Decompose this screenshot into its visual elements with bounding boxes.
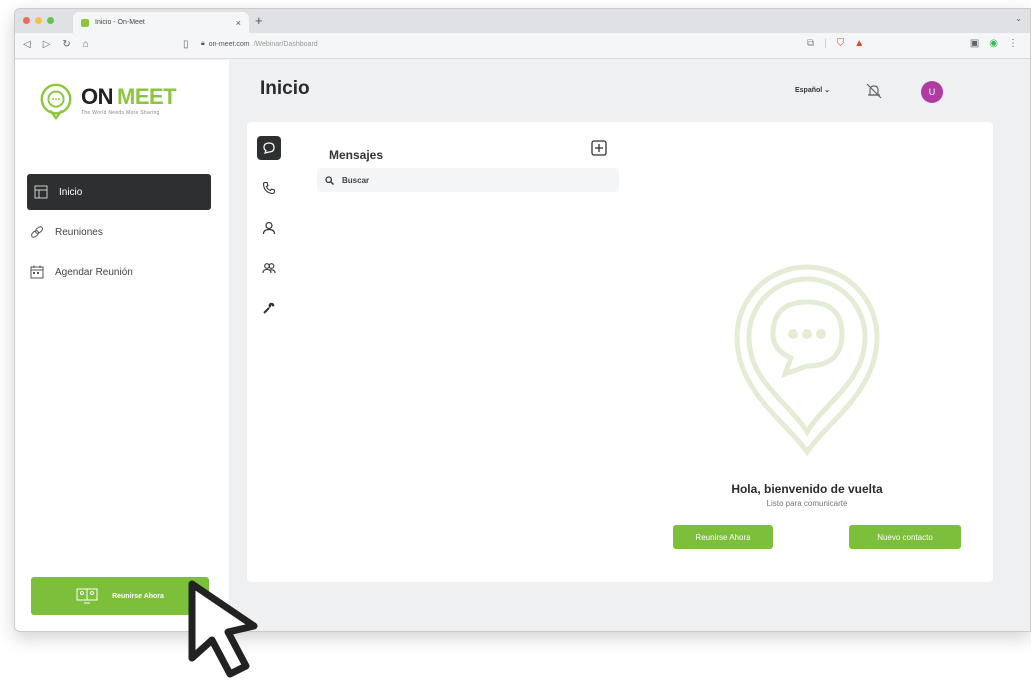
search-input[interactable]	[342, 175, 592, 185]
wrench-icon	[263, 302, 275, 314]
user-icon	[262, 221, 276, 235]
extensions-area: ⧉ | ⛉ ▲	[807, 38, 864, 49]
messages-rail	[257, 136, 283, 336]
meet-now-secondary-button[interactable]: Reunirse Ahora	[673, 525, 773, 549]
meet-now-button[interactable]: Reunirse Ahora	[31, 577, 209, 615]
rail-settings-button[interactable]	[257, 296, 281, 320]
video-conference-icon	[76, 588, 98, 604]
new-contact-button[interactable]: Nuevo contacto	[849, 525, 961, 549]
forward-icon[interactable]: ▷	[43, 39, 51, 50]
maximize-window-button[interactable]	[47, 17, 54, 24]
rail-chat-button[interactable]	[257, 136, 281, 160]
phone-icon	[262, 181, 276, 195]
reload-icon[interactable]: ↻	[62, 39, 70, 50]
chat-icon	[263, 142, 275, 154]
link-icon	[29, 224, 45, 240]
minimize-window-button[interactable]	[35, 17, 42, 24]
language-selector[interactable]: Español ⌄	[795, 86, 830, 94]
lock-icon: 🔒︎	[201, 40, 205, 47]
page-title: Inicio	[260, 78, 310, 99]
close-window-button[interactable]	[23, 17, 30, 24]
nav-controls: ◁ ▷ ↻ ⌂	[23, 39, 89, 50]
translate-icon[interactable]: ⧉	[807, 38, 814, 49]
logo: ON MEET The World Needs More Sharing	[37, 82, 177, 120]
window-controls	[23, 17, 54, 24]
favicon-icon	[81, 18, 89, 27]
welcome-message: Hola, bienvenido de vuelta Listo para co…	[667, 482, 947, 508]
sidebar-item-agendar[interactable]: Agendar Reunión	[27, 254, 211, 290]
divider: |	[824, 38, 827, 49]
mouse-pointer-icon	[188, 580, 258, 678]
search-box	[317, 168, 619, 192]
browser-tab[interactable]: Inicio - On-Meet ×	[73, 12, 249, 33]
logo-wordmark: ON MEET	[81, 84, 177, 109]
logo-pin-icon	[40, 83, 72, 120]
camera-icon[interactable]: ▣	[970, 38, 979, 49]
home-icon	[33, 184, 49, 200]
sidebar-item-label: Agendar Reunión	[55, 266, 133, 278]
app-area: ON MEET The World Needs More Sharing Inic…	[15, 60, 1030, 631]
rail-contacts-button[interactable]	[257, 216, 281, 240]
url-host: on-meet.com	[208, 40, 250, 48]
menu-dots-icon[interactable]: ⋮	[1008, 38, 1018, 49]
messages-title: Mensajes	[329, 148, 384, 162]
welcome-title: Hola, bienvenido de vuelta	[731, 482, 883, 496]
alert-icon[interactable]: ▲	[854, 38, 864, 49]
browser-actions: ▣ ◉ ⋮	[970, 38, 1018, 49]
users-icon	[262, 263, 276, 274]
calendar-icon	[29, 264, 45, 280]
search-icon	[325, 175, 334, 185]
sidebar-item-label: Reuniones	[55, 226, 103, 238]
url-path: /Webinar/Dashboard	[253, 40, 318, 48]
add-chat-icon[interactable]	[591, 140, 607, 156]
logo-tagline: The World Needs More Sharing	[81, 110, 160, 116]
shield-icon[interactable]: ⛉	[837, 38, 845, 49]
sidebar: ON MEET The World Needs More Sharing Inic…	[15, 60, 229, 631]
tab-strip: Inicio - On-Meet × + ⌄	[15, 9, 1030, 33]
chat-location-illustration-icon	[734, 264, 880, 457]
whatsapp-icon[interactable]: ◉	[989, 38, 998, 49]
welcome-subtitle: Listo para comunicarte	[766, 499, 848, 508]
browser-window: Inicio - On-Meet × + ⌄ ◁ ▷ ↻ ⌂ ▯ 🔒︎ on-m…	[14, 8, 1031, 632]
url-field[interactable]: 🔒︎ on-meet.com/Webinar/Dashboard	[201, 40, 318, 48]
home-browser-icon[interactable]: ⌂	[83, 39, 89, 50]
sidebar-item-inicio[interactable]: Inicio	[27, 174, 211, 210]
meet-now-label: Reunirse Ahora	[112, 592, 164, 600]
address-bar-row: ◁ ▷ ↻ ⌂ ▯ 🔒︎ on-meet.com/Webinar/Dashboa…	[15, 33, 1030, 59]
notifications-off-icon[interactable]	[865, 82, 883, 100]
messages-panel: Mensajes Hola, bienvenido de vuelta List…	[247, 122, 993, 582]
rail-groups-button[interactable]	[257, 256, 281, 280]
bookmark-icon[interactable]: ▯	[183, 39, 189, 50]
avatar[interactable]: U	[921, 81, 943, 103]
tab-menu-icon[interactable]: ⌄	[1015, 14, 1022, 23]
sidebar-item-label: Inicio	[59, 186, 83, 198]
tab-title: Inicio - On-Meet	[95, 19, 145, 26]
sidebar-menu: Inicio Reuniones Agendar Reunión	[27, 174, 211, 294]
new-tab-button[interactable]: +	[255, 13, 263, 28]
sidebar-item-reuniones[interactable]: Reuniones	[27, 214, 211, 250]
tab-close-icon[interactable]: ×	[236, 18, 241, 28]
back-icon[interactable]: ◁	[23, 39, 31, 50]
rail-calls-button[interactable]	[257, 176, 281, 200]
